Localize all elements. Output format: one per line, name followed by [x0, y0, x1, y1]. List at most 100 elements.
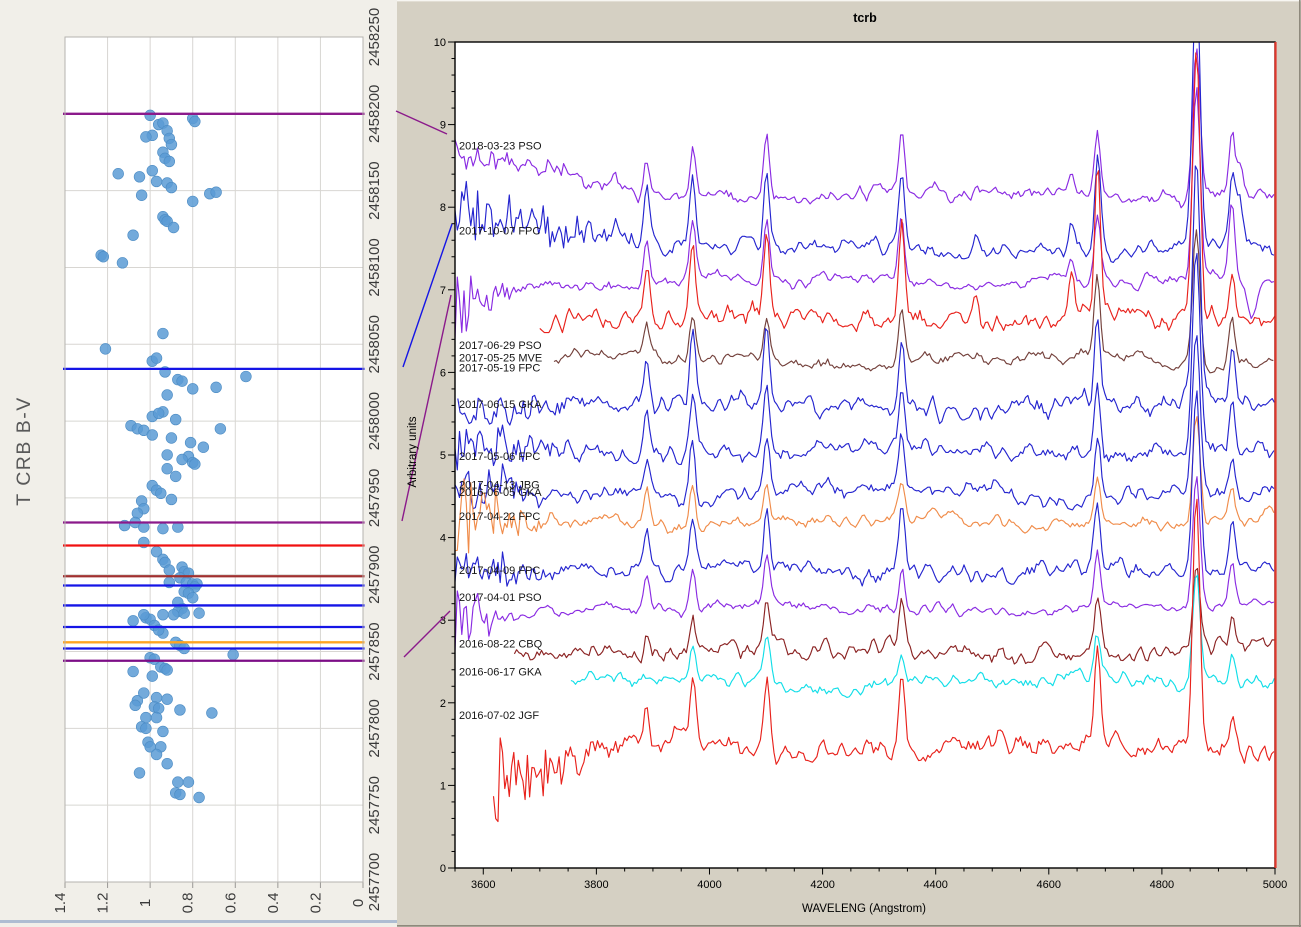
scatter-point [162, 694, 173, 705]
scatter-point [147, 165, 158, 176]
scatter-point [130, 700, 141, 711]
x-tick-label: 4800 [1150, 879, 1174, 891]
scatter-point [170, 414, 181, 425]
scatter-point [158, 726, 169, 737]
scatter-plot-area [65, 37, 363, 882]
x-axis-title: WAVELENG (Angstrom) [802, 903, 926, 915]
scatter-point [194, 608, 205, 619]
scatter-point [164, 156, 175, 167]
scatter-point [162, 449, 173, 460]
scatter-point [241, 371, 252, 382]
x-tick-label: 1.4 [52, 893, 69, 914]
scatter-point [147, 671, 158, 682]
scatter-point [117, 257, 128, 268]
y-tick-label: 5 [440, 450, 446, 462]
scatter-point [155, 488, 166, 499]
scatter-point [170, 471, 181, 482]
scatter-point [140, 131, 151, 142]
y-tick-label: 2457900 [366, 546, 383, 604]
spectrum-label: 2017-04-09 FPC [459, 565, 540, 577]
x-tick-label: 0.8 [180, 893, 197, 914]
scatter-point [147, 430, 158, 441]
x-tick-label: 3800 [584, 879, 608, 891]
x-tick-label: 1 [137, 899, 154, 907]
charts-canvas: 1.41.210.80.60.40.2024577002457750245780… [0, 0, 1301, 927]
spectra-chart: 3600380040004200440046004800500001234567… [434, 0, 1287, 891]
y-tick-label: 2457950 [366, 469, 383, 527]
spectrum-label: 2016-08-22 CBQ [459, 638, 543, 650]
left-panel-bottom-edge [0, 920, 397, 923]
y-tick-label: 1 [440, 780, 446, 792]
y-tick-label: 3 [440, 615, 446, 627]
y-tick-label: 2457750 [366, 776, 383, 834]
spectrum-label: 2017-04-01 PSO [459, 592, 542, 604]
x-tick-label: 4600 [1037, 879, 1061, 891]
scatter-point [198, 442, 209, 453]
y-tick-label: 4 [440, 533, 446, 545]
scatter-point [177, 376, 188, 387]
scatter-point [206, 708, 217, 719]
y-tick-label: 2 [440, 698, 446, 710]
scatter-point [134, 171, 145, 182]
x-tick-label: 3600 [471, 879, 495, 891]
y-tick-label: 2458250 [366, 8, 383, 66]
scatter-point [136, 190, 147, 201]
y-tick-label: 10 [434, 37, 446, 49]
y-tick-label: 0 [440, 863, 446, 875]
scatter-point [162, 758, 173, 769]
scatter-point [183, 777, 194, 788]
scatter-point [162, 463, 173, 474]
scatter-point [187, 383, 198, 394]
y-tick-label: 2458050 [366, 315, 383, 373]
x-tick-label: 0 [350, 899, 367, 907]
scatter-point [151, 749, 162, 760]
spectrum-label: 2017-10-07 FPC [459, 225, 540, 237]
spectrum-label: 2017-05-06 FPC [459, 451, 540, 463]
y-tick-label: 2457800 [366, 699, 383, 757]
scatter-point [151, 176, 162, 187]
spectrum-label: 2017-06-15 GKA [459, 399, 542, 411]
x-tick-label: 1.2 [95, 893, 112, 914]
y-tick-label: 9 [440, 120, 446, 132]
left-chart-title: T CRB B-V [13, 396, 35, 506]
scatter-point [168, 609, 179, 620]
right-chart-title: tcrb [853, 11, 877, 25]
scatter-point [158, 328, 169, 339]
scatter-point [100, 343, 111, 354]
scatter-point [189, 116, 200, 127]
scatter-point [228, 649, 239, 660]
spectrum-label: 2017-05-19 FPC [459, 362, 540, 374]
scatter-point [211, 187, 222, 198]
scatter-point [189, 459, 200, 470]
spectrum-label: 2017-04-22 FPC [459, 511, 540, 523]
scatter-point [113, 168, 124, 179]
scatter-point [158, 609, 169, 620]
scatter-point [187, 196, 198, 207]
scatter-point [172, 777, 183, 788]
bv-scatter-chart: 1.41.210.80.60.40.2024577002457750245780… [52, 8, 383, 914]
spectrum-label: 2017-06-29 PSO [459, 340, 542, 352]
x-tick-label: 4000 [697, 879, 721, 891]
x-tick-label: 4200 [810, 879, 834, 891]
scatter-point [187, 592, 198, 603]
scatter-point [140, 723, 151, 734]
y-tick-label: 8 [440, 202, 446, 214]
y-axis-title: Arbitrary units [407, 416, 419, 487]
scatter-point [162, 390, 173, 401]
y-tick-label: 2457700 [366, 853, 383, 911]
scatter-point [164, 565, 175, 576]
scatter-point [153, 408, 164, 419]
spectrum-label: 2016-06-17 GKA [459, 666, 542, 678]
x-tick-label: 0.2 [307, 893, 324, 914]
scatter-point [162, 665, 173, 676]
scatter-point [179, 608, 190, 619]
x-tick-label: 0.4 [265, 893, 282, 914]
x-tick-label: 4400 [923, 879, 947, 891]
scatter-point [138, 688, 149, 699]
scatter-point [151, 712, 162, 723]
scatter-point [128, 230, 139, 241]
scatter-point [128, 666, 139, 677]
scatter-point [128, 615, 139, 626]
y-tick-label: 6 [440, 367, 446, 379]
x-tick-label: 5000 [1263, 879, 1287, 891]
